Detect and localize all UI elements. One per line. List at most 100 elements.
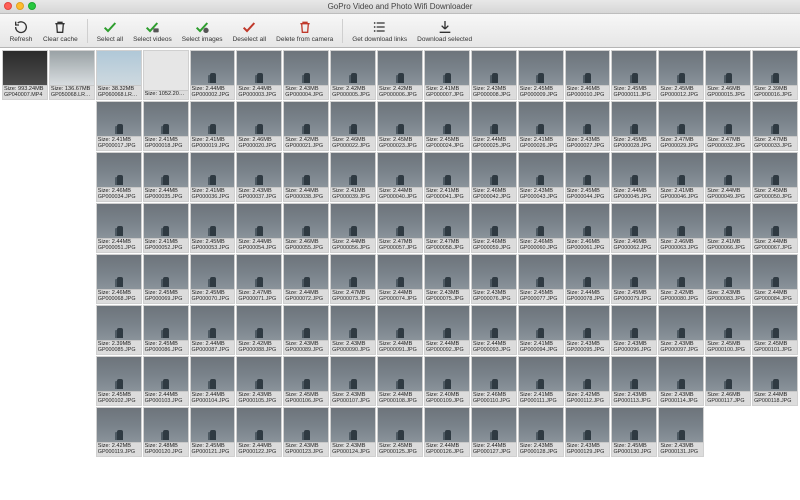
gallery-item[interactable]: Size: 2.45MBGP000100.JPG bbox=[705, 305, 751, 355]
gallery-item[interactable]: Size: 2.44MBGP000126.JPG bbox=[424, 407, 470, 457]
gallery-item[interactable]: Size: 2.43MBGP000043.JPG bbox=[518, 152, 564, 202]
gallery-item[interactable]: Size: 2.43MBGP000008.JPG bbox=[471, 50, 517, 100]
gallery-item[interactable]: Size: 2.43MBGP000004.JPG bbox=[283, 50, 329, 100]
clear-cache-button[interactable]: Clear cache bbox=[40, 19, 81, 43]
gallery-item[interactable]: Size: 2.45MBGP000023.JPG bbox=[377, 101, 423, 151]
gallery-item[interactable]: Size: 2.44MBGP000084.JPG bbox=[752, 254, 798, 304]
gallery-item[interactable]: Size: 2.44MBGP000067.JPG bbox=[752, 203, 798, 253]
gallery-item[interactable]: Size: 2.44MBGP000087.JPG bbox=[190, 305, 236, 355]
gallery-item[interactable]: Size: 2.43MBGP000089.JPG bbox=[283, 305, 329, 355]
gallery-item[interactable]: Size: 2.45MBGP000028.JPG bbox=[611, 101, 657, 151]
gallery-item[interactable]: Size: 2.45MBGP000012.JPG bbox=[658, 50, 704, 100]
get-download-links-button[interactable]: Get download links bbox=[349, 19, 410, 43]
gallery-item[interactable]: Size: 2.43MBGP000027.JPG bbox=[565, 101, 611, 151]
gallery-item[interactable]: Size: 2.44MBGP000103.JPG bbox=[143, 356, 189, 406]
gallery-item[interactable]: Size: 2.46MBGP000061.JPG bbox=[565, 203, 611, 253]
gallery-item[interactable]: Size: 2.46MBGP000110.JPG bbox=[471, 356, 517, 406]
gallery-item[interactable]: Size: 2.43MBGP000114.JPG bbox=[658, 356, 704, 406]
gallery-item[interactable]: Size: 2.39MBGP000085.JPG bbox=[96, 305, 142, 355]
gallery-item[interactable]: Size: 2.47MBGP000029.JPG bbox=[658, 101, 704, 151]
gallery-item[interactable]: Size: 2.44MBGP000049.JPG bbox=[705, 152, 751, 202]
gallery-item[interactable]: Size: 2.45MBGP000079.JPG bbox=[611, 254, 657, 304]
download-selected-button[interactable]: Download selected bbox=[414, 19, 475, 43]
gallery-item[interactable]: Size: 38.32MBGP060068.LR… bbox=[96, 50, 142, 100]
gallery-item[interactable]: Size: 2.44MBGP000025.JPG bbox=[471, 101, 517, 151]
gallery-item[interactable]: Size: 2.48MBGP000120.JPG bbox=[143, 407, 189, 457]
gallery-item[interactable]: Size: 2.43MBGP000105.JPG bbox=[236, 356, 282, 406]
gallery-item[interactable]: Size: 2.43MBGP000095.JPG bbox=[565, 305, 611, 355]
gallery-item[interactable]: Size: 2.44MBGP000035.JPG bbox=[143, 152, 189, 202]
gallery-item[interactable]: Size: 2.47MBGP000032.JPG bbox=[705, 101, 751, 151]
gallery-item[interactable]: Size: 2.46MBGP000022.JPG bbox=[330, 101, 376, 151]
gallery-item[interactable]: Size: 2.44MBGP000074.JPG bbox=[377, 254, 423, 304]
gallery-item[interactable]: Size: 2.44MBGP000104.JPG bbox=[190, 356, 236, 406]
gallery-item[interactable]: Size: 2.46MBGP000034.JPG bbox=[96, 152, 142, 202]
gallery-item[interactable]: Size: 2.43MBGP000129.JPG bbox=[565, 407, 611, 457]
gallery-item[interactable]: Size: 2.42MBGP000119.JPG bbox=[96, 407, 142, 457]
gallery-item[interactable]: Size: 2.46MBGP000055.JPG bbox=[283, 203, 329, 253]
gallery-item[interactable]: Size: 2.43MBGP000090.JPG bbox=[330, 305, 376, 355]
gallery-item[interactable]: Size: 2.43MBGP000107.JPG bbox=[330, 356, 376, 406]
gallery-item[interactable]: Size: 2.43MBGP000123.JPG bbox=[283, 407, 329, 457]
gallery-item[interactable]: Size: 2.43MBGP000113.JPG bbox=[611, 356, 657, 406]
gallery-item[interactable]: Size: 136.67MBGP050068.LR… bbox=[49, 50, 95, 100]
gallery-item[interactable]: Size: 2.42MBGP000006.JPG bbox=[377, 50, 423, 100]
gallery-item[interactable]: Size: 2.45MBGP000009.JPG bbox=[518, 50, 564, 100]
gallery-item[interactable]: Size: 2.44MBGP000091.JPG bbox=[377, 305, 423, 355]
select-images-button[interactable]: Select images bbox=[179, 19, 226, 43]
gallery-item[interactable]: Size: 2.41MBGP000041.JPG bbox=[424, 152, 470, 202]
gallery-item[interactable]: Size: 2.46MBGP000063.JPG bbox=[658, 203, 704, 253]
gallery-item[interactable]: Size: 2.39MBGP000016.JPG bbox=[752, 50, 798, 100]
select-all-button[interactable]: Select all bbox=[94, 19, 126, 43]
gallery-item[interactable]: Size: 2.47MBGP000033.JPG bbox=[752, 101, 798, 151]
gallery-item[interactable]: Size: 2.45MBGP000077.JPG bbox=[518, 254, 564, 304]
gallery-item[interactable]: Size: 2.41MBGP000026.JPG bbox=[518, 101, 564, 151]
gallery-item[interactable]: Size: 2.45MBGP000102.JPG bbox=[96, 356, 142, 406]
gallery-item[interactable]: Size: 2.44MBGP000045.JPG bbox=[611, 152, 657, 202]
gallery-item[interactable]: Size: 2.44MBGP000040.JPG bbox=[377, 152, 423, 202]
gallery-item[interactable]: Size: 2.45MBGP000070.JPG bbox=[190, 254, 236, 304]
gallery-item[interactable]: Size: 2.44MBGP000108.JPG bbox=[377, 356, 423, 406]
refresh-button[interactable]: Refresh bbox=[6, 19, 36, 43]
select-videos-button[interactable]: Select videos bbox=[130, 19, 175, 43]
gallery-item[interactable]: Size: 2.46MBGP000020.JPG bbox=[236, 101, 282, 151]
delete-from-camera-button[interactable]: Delete from camera bbox=[273, 19, 336, 43]
gallery-item[interactable]: Size: 2.44MBGP000056.JPG bbox=[330, 203, 376, 253]
gallery-item[interactable]: Size: 2.41MBGP000017.JPG bbox=[96, 101, 142, 151]
gallery-item[interactable]: Size: 2.47MBGP000057.JPG bbox=[377, 203, 423, 253]
gallery-item[interactable]: Size: 2.44MBGP000122.JPG bbox=[236, 407, 282, 457]
gallery-item[interactable]: Size: 2.46MBGP000062.JPG bbox=[611, 203, 657, 253]
gallery-item[interactable]: Size: 2.45MBGP000053.JPG bbox=[190, 203, 236, 253]
gallery-item[interactable]: Size: 2.45MBGP000044.JPG bbox=[565, 152, 611, 202]
gallery-item[interactable]: Size: 2.45MBGP000086.JPG bbox=[143, 305, 189, 355]
gallery-item[interactable]: Size: 2.45MBGP000125.JPG bbox=[377, 407, 423, 457]
gallery-item[interactable]: Size: 2.45MBGP000050.JPG bbox=[752, 152, 798, 202]
gallery-item[interactable]: Size: 2.41MBGP000111.JPG bbox=[518, 356, 564, 406]
gallery-item[interactable]: Size: 2.41MBGP000036.JPG bbox=[190, 152, 236, 202]
gallery-item[interactable]: Size: 2.43MBGP000083.JPG bbox=[705, 254, 751, 304]
gallery-item[interactable]: Size: 2.45MBGP000011.JPG bbox=[611, 50, 657, 100]
gallery-item[interactable]: Size: 2.45MBGP000101.JPG bbox=[752, 305, 798, 355]
gallery-item[interactable]: Size: 2.46MBGP000042.JPG bbox=[471, 152, 517, 202]
gallery-item[interactable]: Size: 2.42MBGP000112.JPG bbox=[565, 356, 611, 406]
gallery-item[interactable]: Size: 2.41MBGP000094.JPG bbox=[518, 305, 564, 355]
gallery-item[interactable]: Size: 2.45MBGP000024.JPG bbox=[424, 101, 470, 151]
close-icon[interactable] bbox=[4, 2, 12, 10]
gallery-item[interactable]: Size: 1052.20… bbox=[143, 50, 189, 100]
gallery-item[interactable]: Size: 2.44MBGP000092.JPG bbox=[424, 305, 470, 355]
gallery-item[interactable]: Size: 2.41MBGP000039.JPG bbox=[330, 152, 376, 202]
gallery-item[interactable]: Size: 2.40MBGP000109.JPG bbox=[424, 356, 470, 406]
gallery-item[interactable]: Size: 2.41MBGP000052.JPG bbox=[143, 203, 189, 253]
gallery-item[interactable]: Size: 2.42MBGP000021.JPG bbox=[283, 101, 329, 151]
zoom-icon[interactable] bbox=[28, 2, 36, 10]
gallery-item[interactable]: Size: 2.46MBGP000010.JPG bbox=[565, 50, 611, 100]
gallery-item[interactable]: Size: 2.44MBGP000127.JPG bbox=[471, 407, 517, 457]
gallery-item[interactable]: Size: 2.44MBGP000003.JPG bbox=[236, 50, 282, 100]
gallery-item[interactable]: Size: 2.47MBGP000058.JPG bbox=[424, 203, 470, 253]
gallery-item[interactable]: Size: 2.41MBGP000019.JPG bbox=[190, 101, 236, 151]
gallery-item[interactable]: Size: 2.44MBGP000002.JPG bbox=[190, 50, 236, 100]
gallery-item[interactable]: Size: 2.42MBGP000088.JPG bbox=[236, 305, 282, 355]
gallery-item[interactable]: Size: 2.42MBGP000005.JPG bbox=[330, 50, 376, 100]
gallery-item[interactable]: Size: 2.45MBGP000069.JPG bbox=[143, 254, 189, 304]
gallery-item[interactable]: Size: 2.43MBGP000096.JPG bbox=[611, 305, 657, 355]
